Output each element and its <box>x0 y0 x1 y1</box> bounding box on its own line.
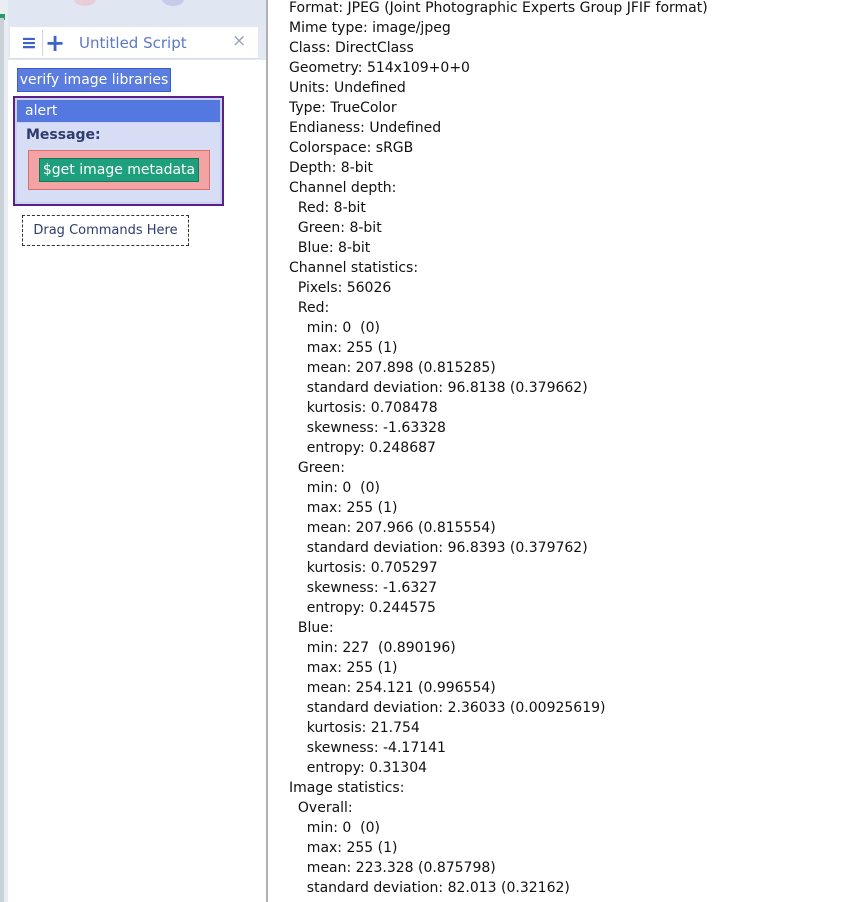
output-line: min: 227 (0.890196) <box>289 640 456 656</box>
output-line: Endianess: Undefined <box>289 120 442 136</box>
output-line: min: 0 (0) <box>289 480 381 496</box>
output-line: Depth: 8-bit <box>289 160 374 176</box>
output-line: Red: <box>289 300 330 316</box>
output-line: Channel statistics: <box>289 260 419 276</box>
output-line: kurtosis: 0.708478 <box>289 400 438 416</box>
output-line: mean: 223.328 (0.875798) <box>289 860 496 876</box>
output-line: Blue: <box>289 620 334 636</box>
output-line: Colorspace: sRGB <box>289 140 414 156</box>
output-line: Format: JPEG (Joint Photographic Experts… <box>289 0 708 16</box>
output-line: Green: <box>289 460 346 476</box>
output-line: Geometry: 514x109+0+0 <box>289 60 470 76</box>
output-line: standard deviation: 2.36033 (0.00925619) <box>289 700 606 716</box>
output-line: entropy: 0.31304 <box>289 760 428 776</box>
output-line: Blue: 8-bit <box>289 240 371 256</box>
verify-image-libraries-command[interactable]: verify image libraries <box>17 68 171 92</box>
message-parameter-slot[interactable]: $get image metadata <box>28 150 210 190</box>
output-line: Green: 8-bit <box>289 220 382 236</box>
output-line: entropy: 0.248687 <box>289 440 436 456</box>
output-text-panel: Format: JPEG (Joint Photographic Experts… <box>289 0 859 898</box>
output-line: Units: Undefined <box>289 80 406 96</box>
close-icon[interactable]: × <box>232 31 246 51</box>
tab-bar: ≡ + Untitled Script × <box>10 27 258 59</box>
top-toolbar-area <box>8 0 266 26</box>
output-line: kurtosis: 0.705297 <box>289 560 438 576</box>
script-editor-panel: ≡ + Untitled Script × verify image libra… <box>0 0 266 902</box>
message-label: Message: <box>26 127 101 143</box>
output-line: skewness: -4.17141 <box>289 740 446 756</box>
output-line: skewness: -1.63328 <box>289 420 446 436</box>
output-line: Overall: <box>289 800 353 816</box>
output-line: Type: TrueColor <box>289 100 397 116</box>
get-image-metadata-command[interactable]: $get image metadata <box>39 158 199 182</box>
top-circle-icon[interactable] <box>162 0 184 6</box>
output-line: kurtosis: 21.754 <box>289 720 420 736</box>
output-line: Class: DirectClass <box>289 40 414 56</box>
edge-scroll-track <box>0 18 4 902</box>
output-line: max: 255 (1) <box>289 500 398 516</box>
drag-commands-drop-zone[interactable]: Drag Commands Here <box>22 215 189 246</box>
output-line: max: 255 (1) <box>289 660 398 676</box>
tab-divider <box>42 30 43 56</box>
output-line: Red: 8-bit <box>289 200 366 216</box>
output-line: max: 255 (1) <box>289 340 398 356</box>
output-line: mean: 254.121 (0.996554) <box>289 680 496 696</box>
output-line: Image statistics: <box>289 780 405 796</box>
output-line: standard deviation: 96.8138 (0.379662) <box>289 380 588 396</box>
output-line: max: 255 (1) <box>289 840 398 856</box>
output-line: standard deviation: 82.013 (0.32162) <box>289 880 570 896</box>
alert-command-block[interactable]: alert Message: $get image metadata <box>13 96 224 206</box>
output-line: Mime type: image/jpeg <box>289 20 451 36</box>
output-line: skewness: -1.6327 <box>289 580 438 596</box>
alert-command-body: Message: $get image metadata <box>17 123 220 202</box>
output-line: Channel depth: <box>289 180 397 196</box>
output-line: mean: 207.898 (0.815285) <box>289 360 496 376</box>
output-line: min: 0 (0) <box>289 820 381 836</box>
output-line: min: 0 (0) <box>289 320 381 336</box>
alert-command-title[interactable]: alert <box>17 100 220 122</box>
output-line: entropy: 0.244575 <box>289 600 436 616</box>
script-tab-title[interactable]: Untitled Script <box>79 34 187 52</box>
panel-divider[interactable] <box>266 0 268 902</box>
left-edge-strip <box>0 0 8 902</box>
hamburger-icon[interactable]: ≡ <box>20 30 38 56</box>
output-line: mean: 207.966 (0.815554) <box>289 520 496 536</box>
top-circle-icon[interactable] <box>74 0 96 6</box>
output-line: Pixels: 56026 <box>289 280 392 296</box>
plus-icon[interactable]: + <box>44 29 66 57</box>
output-line: standard deviation: 96.8393 (0.379762) <box>289 540 588 556</box>
